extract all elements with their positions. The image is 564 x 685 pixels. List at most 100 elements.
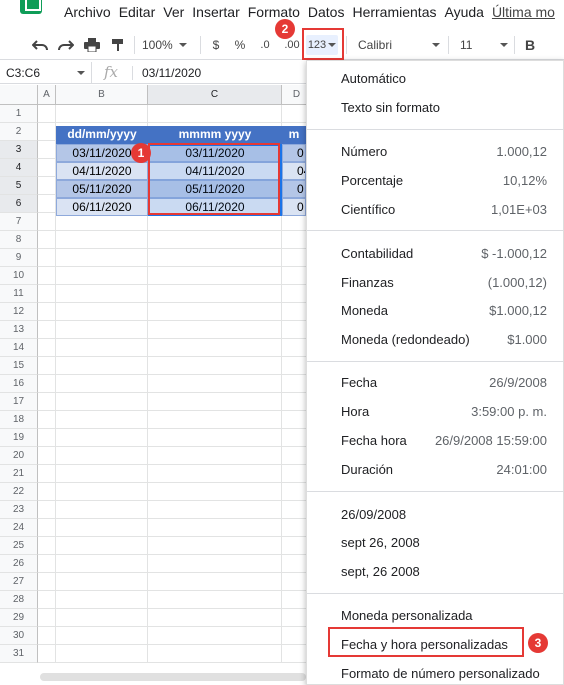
row-header[interactable]: 7 xyxy=(0,213,38,231)
row-header[interactable]: 9 xyxy=(0,249,38,267)
row-header[interactable]: 28 xyxy=(0,591,38,609)
grid-line xyxy=(38,500,306,501)
bold-button[interactable]: B xyxy=(522,35,538,55)
row-header[interactable]: 18 xyxy=(0,411,38,429)
decrease-decimal-button[interactable]: .0 xyxy=(254,35,276,55)
column-header-c[interactable]: C xyxy=(148,85,282,105)
toolbar-divider xyxy=(200,36,201,54)
header-cell-c[interactable]: mmmm yyyy xyxy=(148,126,282,144)
row-header[interactable]: 3 xyxy=(0,141,38,159)
row-header[interactable]: 4 xyxy=(0,159,38,177)
select-all-corner[interactable] xyxy=(0,85,38,105)
formula-input[interactable]: 03/11/2020 xyxy=(142,66,201,80)
row-header[interactable]: 26 xyxy=(0,555,38,573)
menu-item-date-format-1[interactable]: 26/09/2008 xyxy=(341,500,547,528)
row-header[interactable]: 31 xyxy=(0,645,38,663)
menu-item-date-format-2[interactable]: sept 26, 2008 xyxy=(341,528,547,556)
menu-item-formato-numero-personalizado[interactable]: Formato de número personalizado xyxy=(341,659,547,685)
menu-ver[interactable]: Ver xyxy=(163,4,184,20)
menu-datos[interactable]: Datos xyxy=(308,4,345,20)
menu-divider xyxy=(307,491,563,492)
menu-item-moneda-redondeado[interactable]: Moneda (redondeado) $1.000 xyxy=(341,325,547,353)
row-header[interactable]: 21 xyxy=(0,465,38,483)
menu-item-fecha[interactable]: Fecha 26/9/2008 xyxy=(341,368,547,396)
header-cell-b[interactable]: dd/mm/yyyy xyxy=(56,126,148,144)
table-cell[interactable]: 0 xyxy=(282,198,306,216)
menu-insertar[interactable]: Insertar xyxy=(192,4,239,20)
font-size-select[interactable]: 11 xyxy=(460,35,508,55)
row-header[interactable]: 11 xyxy=(0,285,38,303)
print-icon[interactable] xyxy=(82,35,102,55)
table-cell[interactable]: 06/11/2020 xyxy=(56,198,148,216)
step-badge-2: 2 xyxy=(275,19,295,39)
menu-item-date-format-3[interactable]: sept, 26 2008 xyxy=(341,557,547,585)
table-cell[interactable]: 04/11/2020 xyxy=(56,162,148,180)
menu-item-hora[interactable]: Hora 3:59:00 p. m. xyxy=(341,397,547,425)
menu-formato[interactable]: Formato xyxy=(248,4,300,20)
grid-line xyxy=(38,464,306,465)
row-header[interactable]: 29 xyxy=(0,609,38,627)
zoom-select[interactable]: 100% xyxy=(142,35,194,55)
menu-item-moneda-personalizada[interactable]: Moneda personalizada xyxy=(341,601,547,629)
row-header[interactable]: 17 xyxy=(0,393,38,411)
column-header-b[interactable]: B xyxy=(56,85,148,105)
grid-line xyxy=(38,518,306,519)
row-header[interactable]: 27 xyxy=(0,573,38,591)
paint-format-icon[interactable] xyxy=(108,35,128,55)
table-cell[interactable]: 0 xyxy=(282,144,306,162)
row-header[interactable]: 6 xyxy=(0,195,38,213)
row-header[interactable]: 23 xyxy=(0,501,38,519)
menu-item-contabilidad[interactable]: Contabilidad $ -1.000,12 xyxy=(341,239,547,267)
menu-editar[interactable]: Editar xyxy=(119,4,156,20)
menu-item-moneda[interactable]: Moneda $1.000,12 xyxy=(341,296,547,324)
row-header[interactable]: 13 xyxy=(0,321,38,339)
horizontal-scrollbar[interactable] xyxy=(40,673,306,681)
row-header[interactable]: 19 xyxy=(0,429,38,447)
row-header[interactable]: 14 xyxy=(0,339,38,357)
menu-item-duracion[interactable]: Duración 24:01:00 xyxy=(341,455,547,483)
menu-item-texto-sin-formato[interactable]: Texto sin formato xyxy=(341,93,547,121)
name-box[interactable]: C3:C6 xyxy=(0,62,92,84)
row-header[interactable]: 12 xyxy=(0,303,38,321)
row-header[interactable]: 2 xyxy=(0,123,38,141)
currency-format-button[interactable]: $ xyxy=(208,35,224,55)
menu-herramientas[interactable]: Herramientas xyxy=(352,4,436,20)
row-header[interactable]: 16 xyxy=(0,375,38,393)
grid-line xyxy=(38,644,306,645)
menu-archivo[interactable]: Archivo xyxy=(64,4,111,20)
menu-item-example: 24:01:00 xyxy=(496,462,547,477)
row-header[interactable]: 22 xyxy=(0,483,38,501)
row-header[interactable]: 20 xyxy=(0,447,38,465)
table-cell[interactable]: 04 xyxy=(282,162,306,180)
menu-item-numero[interactable]: Número 1.000,12 xyxy=(341,137,547,165)
formula-divider xyxy=(132,66,133,80)
row-header[interactable]: 25 xyxy=(0,537,38,555)
font-select[interactable]: Calibri xyxy=(358,35,440,55)
menu-item-cientifico[interactable]: Científico 1,01E+03 xyxy=(341,195,547,223)
menu-item-fecha-hora[interactable]: Fecha hora 26/9/2008 15:59:00 xyxy=(341,426,547,454)
column-header-a[interactable]: A xyxy=(38,85,56,105)
last-edit-link[interactable]: Última mo xyxy=(492,4,555,20)
row-header[interactable]: 8 xyxy=(0,231,38,249)
undo-icon[interactable] xyxy=(30,35,50,55)
sheets-logo-icon[interactable] xyxy=(20,0,42,14)
redo-icon[interactable] xyxy=(56,35,76,55)
header-cell-d[interactable]: m xyxy=(282,126,306,144)
grid-line xyxy=(38,482,306,483)
row-header[interactable]: 5 xyxy=(0,177,38,195)
row-header[interactable]: 30 xyxy=(0,627,38,645)
menu-item-finanzas[interactable]: Finanzas (1.000,12) xyxy=(341,268,547,296)
grid-line xyxy=(38,446,306,447)
table-cell[interactable]: 05/11/2020 xyxy=(56,180,148,198)
row-header[interactable]: 15 xyxy=(0,357,38,375)
percent-format-button[interactable]: % xyxy=(232,35,248,55)
row-header[interactable]: 24 xyxy=(0,519,38,537)
menu-ayuda[interactable]: Ayuda xyxy=(444,4,483,20)
menu-item-example: 26/9/2008 15:59:00 xyxy=(434,433,547,448)
table-cell[interactable]: 0 xyxy=(282,180,306,198)
menu-item-porcentaje[interactable]: Porcentaje 10,12% xyxy=(341,166,547,194)
grid-line xyxy=(38,590,306,591)
menu-item-automatico[interactable]: Automático xyxy=(341,64,547,92)
row-header[interactable]: 10 xyxy=(0,267,38,285)
row-header[interactable]: 1 xyxy=(0,105,38,123)
